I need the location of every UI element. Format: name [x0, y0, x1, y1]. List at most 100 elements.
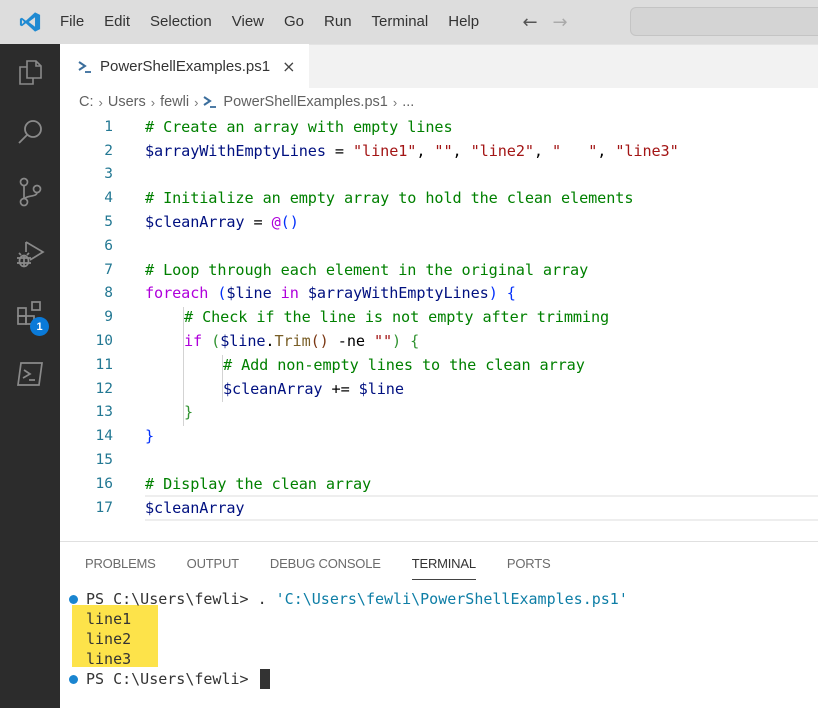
terminal-prompt: PS C:\Users\fewli> [86, 590, 258, 608]
comma: , [416, 141, 435, 160]
menu-edit[interactable]: Edit [94, 0, 140, 44]
terminal-output-line: line1 [86, 610, 132, 628]
breadcrumb-separator: › [392, 94, 398, 110]
menu-run[interactable]: Run [314, 0, 362, 44]
code-editor[interactable]: 1 # Create an array with empty lines 2 $… [60, 114, 818, 534]
tab-terminal[interactable]: TERMINAL [411, 550, 476, 580]
keyword: in [271, 284, 308, 303]
array-operator: @ [271, 213, 281, 232]
bracket: { [497, 284, 516, 303]
code-line: 10 if ($line.Trim() -ne "") { [60, 329, 818, 353]
bracket: () [310, 332, 329, 351]
variable: $line [358, 379, 404, 398]
command-decoration-icon[interactable] [69, 595, 78, 604]
line-number: 5 [104, 214, 113, 231]
line-number: 7 [104, 261, 113, 278]
code-line: 13 } [60, 401, 818, 425]
tab-problems[interactable]: PROBLEMS [85, 550, 156, 578]
panel-divider[interactable] [60, 541, 818, 542]
tab-debug-console[interactable]: DEBUG CONSOLE [270, 550, 381, 578]
breadcrumb-item-users[interactable]: Users [108, 94, 146, 110]
line-number: 12 [95, 380, 113, 397]
activity-bar: 1 [0, 44, 60, 708]
activity-terminal[interactable] [0, 350, 60, 398]
menu-view[interactable]: View [222, 0, 274, 44]
vscode-logo-icon [0, 0, 60, 44]
bracket: { [401, 332, 420, 351]
comma: , [597, 141, 616, 160]
code-line: 2 $arrayWithEmptyLines = "line1", "", "l… [60, 139, 818, 163]
line-number: 17 [95, 499, 113, 516]
breadcrumb-separator: › [194, 94, 199, 110]
run-debug-icon [17, 241, 45, 268]
comment: # Check if the line is not empty after t… [184, 308, 610, 327]
variable: $line [220, 332, 266, 351]
keyword: foreach [145, 284, 209, 303]
code-line: 12 $cleanArray += $line [60, 377, 818, 401]
activity-run-debug[interactable] [0, 230, 60, 278]
terminal-prompt-line: PS C:\Users\fewli> [86, 669, 270, 689]
terminal-cursor [259, 669, 270, 689]
close-icon[interactable]: × [282, 57, 295, 76]
code-line: 3 [60, 163, 818, 187]
command-center-search[interactable] [630, 7, 818, 36]
comment: # Display the clean array [145, 474, 372, 493]
breadcrumb-item-symbols[interactable]: ... [402, 94, 414, 110]
line-number: 13 [95, 404, 113, 421]
menu-go[interactable]: Go [274, 0, 314, 44]
variable: $cleanArray [145, 498, 245, 517]
comment: # Loop through each element in the origi… [145, 260, 589, 279]
files-icon [19, 60, 42, 85]
command-decoration-icon[interactable] [69, 675, 78, 684]
terminal-prompt: PS C:\Users\fewli> [86, 670, 258, 688]
menu-selection[interactable]: Selection [140, 0, 222, 44]
breadcrumb-item-fewli[interactable]: fewli [160, 94, 189, 110]
search-icon [18, 120, 42, 144]
menu-terminal[interactable]: Terminal [362, 0, 439, 44]
code-line: 7 # Loop through each element in the ori… [60, 258, 818, 282]
arrow-left-icon[interactable]: ← [515, 12, 545, 33]
tab-output[interactable]: OUTPUT [187, 550, 239, 578]
arrow-right-icon[interactable]: → [545, 12, 575, 33]
code-line: 4 # Initialize an empty array to hold th… [60, 186, 818, 210]
string: "line2" [470, 141, 534, 160]
bracket: ) [392, 332, 402, 351]
breadcrumb-item-drive[interactable]: C: [79, 94, 94, 110]
terminal[interactable]: PS C:\Users\fewli> . 'C:\Users\fewli\Pow… [60, 588, 818, 708]
tab-title: PowerShellExamples.ps1 [100, 58, 271, 75]
activity-source-control[interactable] [0, 168, 60, 216]
line-number: 4 [104, 190, 113, 207]
tab-powershellexamples[interactable]: PowerShellExamples.ps1 × [60, 44, 309, 89]
breadcrumb-item-file[interactable]: PowerShellExamples.ps1 [223, 94, 387, 110]
code-line: 5 $cleanArray = @() [60, 210, 818, 234]
terminal-output-line: line3 [86, 650, 132, 668]
operator: = [325, 141, 354, 160]
code-line: 14 } [60, 424, 818, 448]
activity-search[interactable] [0, 108, 60, 156]
variable: $cleanArray [223, 379, 323, 398]
variable: $line [226, 284, 272, 303]
activity-extensions[interactable]: 1 [0, 290, 60, 338]
line-number: 1 [104, 118, 113, 135]
panel-tabs: PROBLEMS OUTPUT DEBUG CONSOLE TERMINAL P… [85, 550, 581, 580]
powershell-icon [203, 96, 217, 108]
activity-explorer[interactable] [0, 48, 60, 96]
terminal-output-line: line2 [86, 630, 132, 648]
string: "line3" [615, 141, 679, 160]
code-line: 16 # Display the clean array [60, 472, 818, 496]
title-bar: File Edit Selection View Go Run Terminal… [0, 0, 818, 44]
line-number: 15 [95, 452, 113, 469]
bracket: ( [202, 332, 221, 351]
comment: # Initialize an empty array to hold the … [145, 189, 634, 208]
line-number: 10 [95, 333, 113, 350]
tab-ports[interactable]: PORTS [507, 550, 551, 578]
bracket: () [280, 213, 299, 232]
terminal-command-line: PS C:\Users\fewli> . 'C:\Users\fewli\Pow… [86, 589, 628, 609]
breadcrumb-separator: › [150, 94, 156, 110]
breadcrumb: C: › Users › fewli › PowerShellExamples.… [79, 91, 414, 113]
string: "line1" [353, 141, 417, 160]
menu-file[interactable]: File [60, 0, 94, 44]
line-number: 2 [104, 142, 113, 159]
bracket: ) [488, 284, 498, 303]
menu-help[interactable]: Help [438, 0, 489, 44]
